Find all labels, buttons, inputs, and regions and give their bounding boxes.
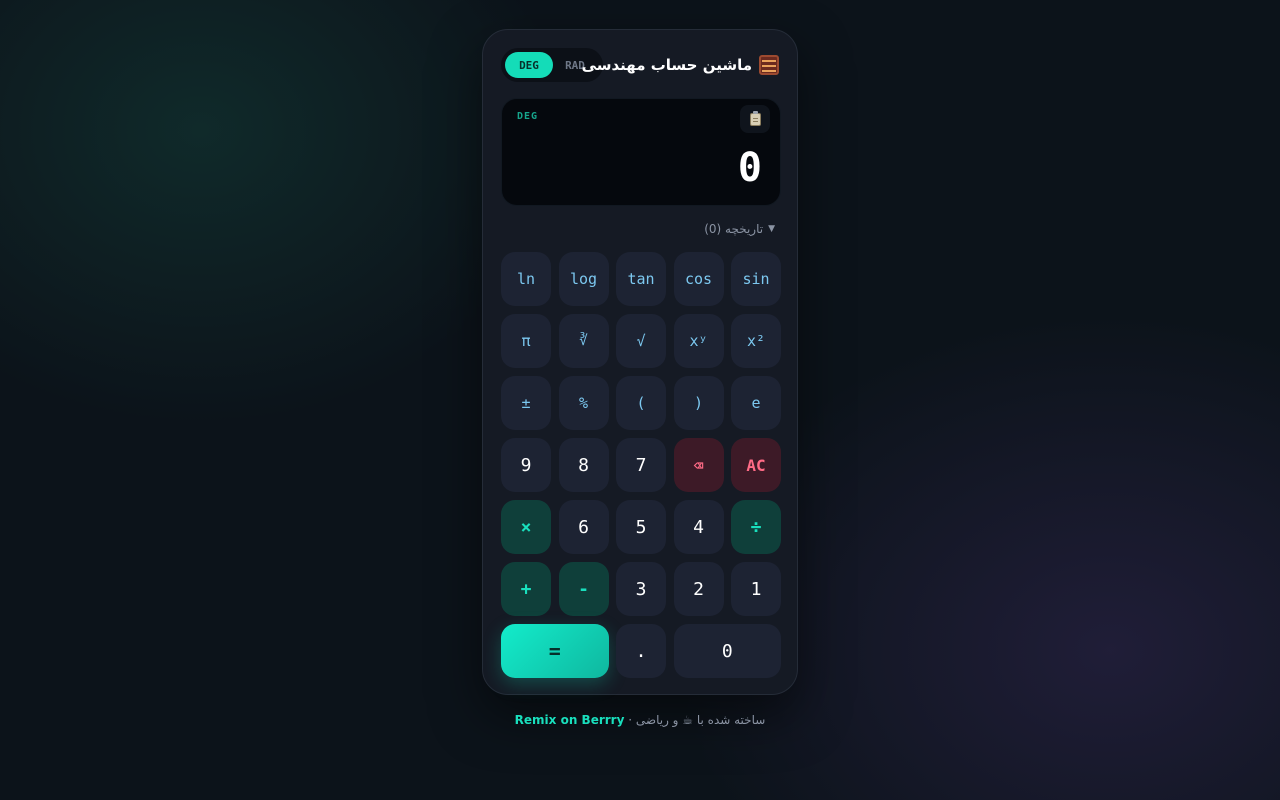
deg-mode-button[interactable]: DEG xyxy=(505,52,553,78)
copy-button[interactable] xyxy=(740,105,770,133)
calculator-display: DEG 0 xyxy=(501,98,781,206)
key-e[interactable]: e xyxy=(731,376,781,430)
key-square-root[interactable]: √ xyxy=(616,314,666,368)
key-9[interactable]: 9 xyxy=(501,438,551,492)
footer-text: ساخته شده با ☕ و ریاضی · xyxy=(628,713,766,727)
key-percent[interactable]: % xyxy=(558,376,609,430)
abacus-icon xyxy=(759,55,779,75)
app-title: ماشین حساب مهندسی xyxy=(581,56,752,74)
remix-link[interactable]: Remix on Berrry xyxy=(515,713,625,727)
key-5[interactable]: 5 xyxy=(616,500,666,554)
history-toggle[interactable]: ▼ تاریخچه (0) xyxy=(704,220,775,238)
key-close-paren[interactable]: ) xyxy=(673,376,724,430)
key-tan[interactable]: tan xyxy=(616,252,666,306)
key-minus[interactable]: - xyxy=(558,562,609,616)
key-square[interactable]: x² xyxy=(731,314,781,368)
key-pi[interactable]: π xyxy=(501,314,551,368)
key-plus-minus[interactable]: ± xyxy=(501,376,551,430)
equals-button[interactable]: = xyxy=(501,624,609,678)
clipboard-icon xyxy=(749,110,761,126)
key-3[interactable]: 3 xyxy=(616,562,666,616)
key-2[interactable]: 2 xyxy=(673,562,724,616)
history-label: تاریخچه (0) xyxy=(704,222,764,236)
key-7[interactable]: 7 xyxy=(616,438,666,492)
key-4[interactable]: 4 xyxy=(673,500,724,554)
key-1[interactable]: 1 xyxy=(731,562,781,616)
key-open-paren[interactable]: ( xyxy=(616,376,666,430)
key-cos[interactable]: cos xyxy=(673,252,724,306)
chevron-down-icon: ▼ xyxy=(768,224,775,234)
all-clear-button[interactable]: AC xyxy=(731,438,781,492)
key-log[interactable]: log xyxy=(558,252,609,306)
calculator-panel: DEG RAD ماشین حساب مهندسی DEG 0 ▼ تاریخچ… xyxy=(482,29,798,695)
footer: Remix on Berrry ساخته شده با ☕ و ریاضی · xyxy=(0,713,1280,727)
key-multiply[interactable]: × xyxy=(501,500,551,554)
title-group: ماشین حساب مهندسی xyxy=(582,48,779,82)
calculator-header: DEG RAD ماشین حساب مهندسی xyxy=(501,48,779,82)
display-mode-label: DEG xyxy=(517,111,539,122)
key-decimal[interactable]: . xyxy=(616,624,666,678)
key-6[interactable]: 6 xyxy=(558,500,609,554)
key-power[interactable]: xʸ xyxy=(673,314,724,368)
key-cube-root[interactable]: ∛ xyxy=(558,314,609,368)
key-sin[interactable]: sin xyxy=(731,252,781,306)
display-value: 0 xyxy=(737,145,762,191)
backspace-button[interactable]: ⌫ xyxy=(673,438,724,492)
key-8[interactable]: 8 xyxy=(558,438,609,492)
key-0[interactable]: 0 xyxy=(673,624,781,678)
key-plus[interactable]: + xyxy=(501,562,551,616)
keypad: ln log tan cos sin π ∛ √ xʸ x² ± % ( ) e… xyxy=(501,252,781,678)
key-divide[interactable]: ÷ xyxy=(731,500,781,554)
key-ln[interactable]: ln xyxy=(501,252,551,306)
